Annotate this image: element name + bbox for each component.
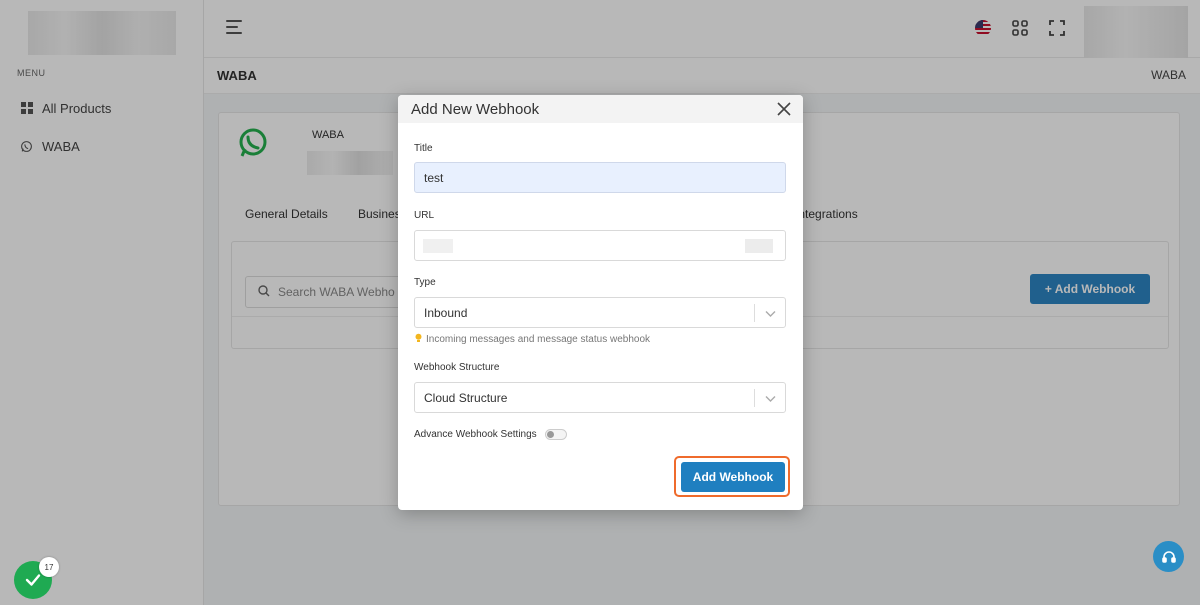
headset-icon (1161, 550, 1176, 563)
chevron-down-icon[interactable] (765, 308, 776, 319)
select-separator (754, 389, 755, 407)
title-label: Title (414, 143, 433, 154)
toggle-knob (546, 431, 554, 438)
structure-select[interactable]: Cloud Structure (414, 382, 786, 413)
add-webhook-modal: Add New Webhook Title test URL Type Inbo… (398, 95, 803, 510)
advanced-settings-label: Advance Webhook Settings (414, 429, 537, 440)
structure-label: Webhook Structure (414, 362, 500, 373)
select-separator (754, 304, 755, 322)
type-select[interactable]: Inbound (414, 297, 786, 328)
type-label: Type (414, 277, 436, 288)
type-hint: Incoming messages and message status web… (414, 333, 650, 346)
close-icon[interactable] (777, 102, 791, 116)
lightbulb-icon (414, 333, 423, 346)
url-redacted (423, 239, 453, 253)
url-redacted (745, 239, 773, 253)
hint-text: Incoming messages and message status web… (426, 334, 651, 345)
title-input[interactable]: test (414, 162, 786, 193)
url-label: URL (414, 210, 435, 221)
type-selected-value: Inbound (424, 305, 468, 320)
submit-add-webhook-button[interactable]: Add Webhook (681, 462, 785, 492)
support-chat-button[interactable] (1153, 541, 1184, 572)
modal-title: Add New Webhook (411, 101, 540, 118)
modal-header: Add New Webhook (398, 95, 803, 123)
title-value: test (424, 170, 444, 185)
advanced-settings-row: Advance Webhook Settings (414, 429, 567, 440)
task-count-badge: 17 (39, 557, 59, 577)
chevron-down-icon[interactable] (765, 393, 776, 404)
url-input[interactable] (414, 230, 786, 261)
structure-selected-value: Cloud Structure (424, 390, 508, 405)
advanced-settings-toggle[interactable] (544, 429, 567, 440)
